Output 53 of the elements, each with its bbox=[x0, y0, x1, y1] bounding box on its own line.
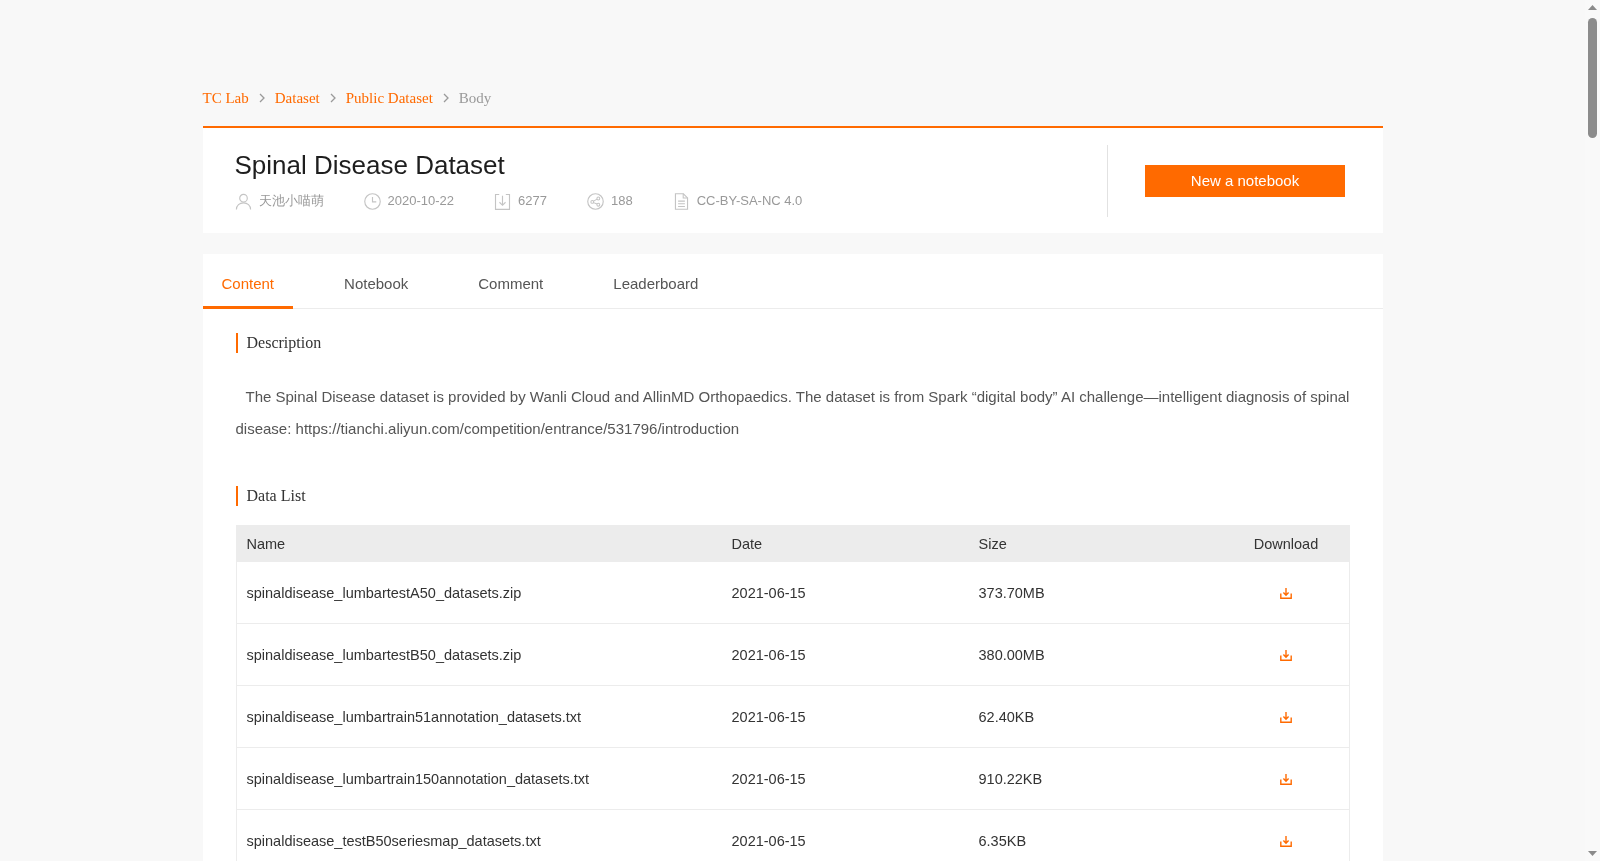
new-notebook-button[interactable]: New a notebook bbox=[1145, 164, 1345, 197]
file-size: 380.00MB bbox=[978, 646, 1045, 663]
column-header: Download bbox=[1223, 525, 1349, 562]
scroll-down-icon[interactable] bbox=[1588, 851, 1597, 856]
breadcrumb-link[interactable]: TC Lab bbox=[202, 89, 249, 107]
download-icon[interactable] bbox=[1280, 836, 1292, 848]
download-count: 6277 bbox=[518, 192, 547, 210]
file-size: 6.35KB bbox=[978, 832, 1027, 849]
download-icon[interactable] bbox=[1280, 650, 1292, 662]
publish-date: 2020-10-22 bbox=[387, 192, 454, 210]
share-count: 188 bbox=[610, 192, 633, 210]
download-icon[interactable] bbox=[1280, 712, 1292, 724]
column-header: Date bbox=[721, 525, 969, 562]
file-name: spinaldisease_lumbartestB50_datasets.zip bbox=[246, 646, 522, 663]
download-icon[interactable] bbox=[1280, 774, 1292, 786]
breadcrumb-current: Body bbox=[458, 89, 492, 107]
file-name: spinaldisease_lumbartestA50_datasets.zip bbox=[246, 584, 522, 601]
section-heading: Description bbox=[235, 333, 1350, 353]
chevron-icon bbox=[329, 93, 336, 103]
tab[interactable]: Content bbox=[202, 254, 294, 309]
file-size: 910.22KB bbox=[978, 770, 1043, 787]
share-icon bbox=[586, 192, 604, 210]
tab[interactable]: Leaderboard bbox=[594, 254, 718, 309]
tab[interactable]: Notebook bbox=[325, 254, 428, 309]
scrollbar-thumb[interactable] bbox=[1588, 18, 1597, 138]
user-icon bbox=[234, 192, 252, 210]
file-size: 373.70MB bbox=[978, 584, 1045, 601]
column-header: Name bbox=[236, 525, 722, 562]
file-size: 62.40KB bbox=[978, 708, 1035, 725]
file-name: spinaldisease_testB50seriesmap_datasets.txt bbox=[246, 832, 541, 849]
file-name: spinaldisease_lumbartrain150annotation_datasets.txt bbox=[246, 770, 590, 787]
download-icon bbox=[494, 192, 511, 210]
document-icon bbox=[672, 192, 690, 210]
download-icon[interactable] bbox=[1280, 588, 1292, 600]
file-date: 2021-06-15 bbox=[731, 708, 806, 725]
author-name: 天池小喵萌 bbox=[258, 192, 324, 210]
tab[interactable]: Comment bbox=[459, 254, 563, 309]
breadcrumb-link[interactable]: Dataset bbox=[274, 89, 320, 107]
clock-icon bbox=[363, 192, 381, 210]
file-name: spinaldisease_lumbartrain51annotation_datasets.txt bbox=[246, 708, 582, 725]
description-text: The Spinal Disease dataset is provided by Wanli Cloud and AllinMD Orthopaedics. The dataset is from Spark “digital body” AI challenge—intelligent diagnosis of spinal disease: https://tianchi.aliyun.com/competition/entrance/531796/introduction bbox=[235, 387, 1350, 439]
file-date: 2021-06-15 bbox=[731, 584, 806, 601]
chevron-icon bbox=[258, 93, 265, 103]
scroll-up-icon[interactable] bbox=[1588, 5, 1597, 10]
file-date: 2021-06-15 bbox=[731, 770, 806, 787]
license-name: CC-BY-SA-NC 4.0 bbox=[696, 192, 803, 210]
dataset-title: Spinal Disease Dataset bbox=[234, 149, 506, 182]
section-heading: Data List bbox=[235, 486, 1350, 506]
file-date: 2021-06-15 bbox=[731, 832, 806, 849]
column-header: Size bbox=[968, 525, 1224, 562]
breadcrumb-link[interactable]: Public Dataset bbox=[345, 89, 433, 107]
chevron-icon bbox=[442, 93, 449, 103]
file-date: 2021-06-15 bbox=[731, 646, 806, 663]
